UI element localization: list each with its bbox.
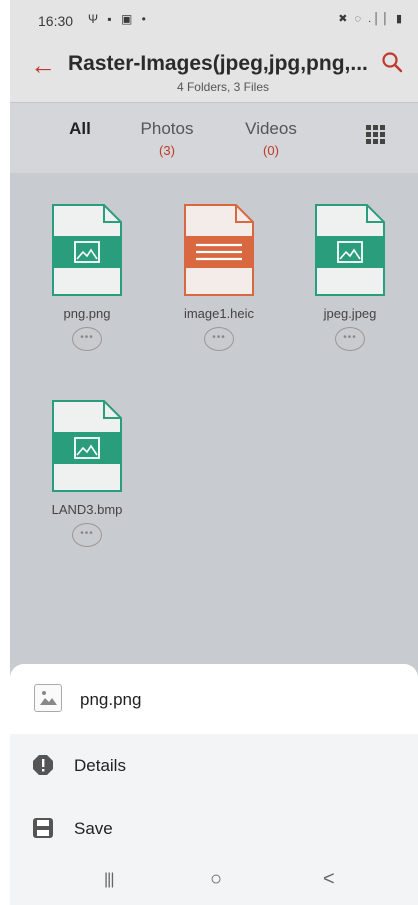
- file-item[interactable]: jpeg.jpeg •••: [295, 202, 405, 351]
- file-item[interactable]: image1.heic •••: [164, 202, 274, 351]
- app-bar: ← Raster-Images(jpeg,jpg,png,... 4 Folde…: [10, 40, 418, 102]
- back-button[interactable]: <: [323, 868, 335, 891]
- image-file-icon: [315, 204, 385, 296]
- tab-photos[interactable]: Photos (3): [132, 119, 202, 158]
- file-item[interactable]: png.png •••: [32, 202, 142, 351]
- home-button[interactable]: ○: [210, 868, 222, 891]
- file-item[interactable]: LAND3.bmp •••: [32, 398, 142, 547]
- tab-count: (0): [263, 143, 279, 158]
- info-icon: [33, 755, 53, 775]
- image-file-icon: [52, 400, 122, 492]
- more-options-icon[interactable]: •••: [335, 327, 365, 351]
- status-time: 16:30: [38, 13, 74, 29]
- tab-label: Videos: [245, 119, 297, 138]
- details-action[interactable]: Details: [10, 738, 418, 794]
- save-action[interactable]: Save: [10, 801, 418, 857]
- tab-label: All: [69, 119, 91, 138]
- file-name: image1.heic: [183, 306, 255, 321]
- page-title: Raster-Images(jpeg,jpg,png,...: [68, 52, 368, 75]
- page-subtitle: 4 Folders, 3 Files: [176, 80, 270, 94]
- sheet-file-name: png.png: [80, 690, 142, 709]
- back-arrow-icon[interactable]: ←: [30, 50, 56, 81]
- image-thumbnail-icon: [34, 684, 62, 712]
- grid-view-icon[interactable]: [366, 125, 386, 145]
- more-options-icon[interactable]: •••: [72, 523, 102, 547]
- save-icon: [33, 818, 53, 838]
- file-name: LAND3.bmp: [51, 502, 123, 517]
- more-options-icon[interactable]: •••: [72, 327, 102, 351]
- tab-label: Photos: [140, 119, 194, 138]
- tab-count: (3): [159, 143, 175, 158]
- recents-button[interactable]: |||: [104, 871, 115, 889]
- search-icon[interactable]: [380, 50, 404, 74]
- notification-icons: Ψ ▪ ▣ •: [88, 12, 149, 26]
- system-status-icons: ✖ ◌ .││ ▮: [338, 13, 404, 25]
- file-name: jpeg.jpeg: [323, 306, 377, 321]
- sheet-header: png.png: [10, 664, 418, 734]
- action-label: Save: [74, 819, 113, 838]
- image-file-icon: [52, 204, 122, 296]
- status-bar: 16:30 Ψ ▪ ▣ • ✖ ◌ .││ ▮: [10, 0, 418, 40]
- phone-screen: 16:30 Ψ ▪ ▣ • ✖ ◌ .││ ▮ ← Raster-Images(…: [10, 0, 418, 905]
- file-name: png.png: [63, 306, 111, 321]
- system-nav-bar: ||| ○ <: [10, 858, 418, 905]
- more-options-icon[interactable]: •••: [204, 327, 234, 351]
- tab-all[interactable]: All: [50, 119, 110, 139]
- document-file-icon: [184, 204, 254, 296]
- action-label: Details: [74, 756, 126, 775]
- tab-videos[interactable]: Videos (0): [236, 119, 306, 158]
- filter-tabs: All Photos (3) Videos (0): [10, 102, 418, 173]
